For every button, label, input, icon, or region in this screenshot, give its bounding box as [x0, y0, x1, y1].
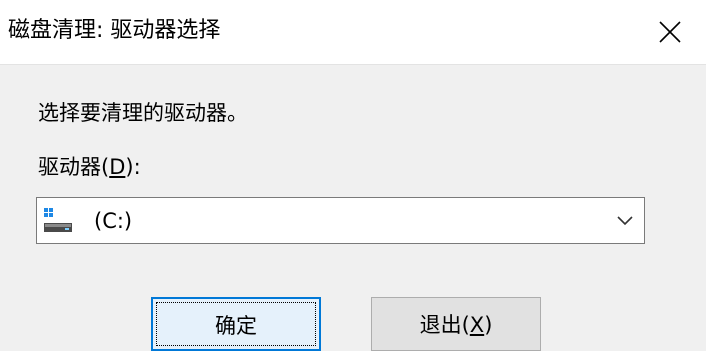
exit-label-suffix: ): [484, 313, 493, 337]
drive-label-suffix: ):: [125, 155, 141, 179]
close-button[interactable]: [636, 0, 706, 64]
drive-label-mnemonic: D: [109, 155, 126, 179]
chevron-down-icon: [617, 216, 633, 226]
disk-cleanup-drive-selection-dialog: 磁盘清理: 驱动器选择 选择要清理的驱动器。 驱动器(D): (C:) 确定 退…: [0, 0, 706, 351]
ok-button[interactable]: 确定: [151, 297, 321, 351]
window-title: 磁盘清理: 驱动器选择: [8, 18, 221, 43]
drive-select[interactable]: (C:): [36, 197, 645, 244]
drive-label: 驱动器(D):: [38, 152, 141, 182]
close-icon: [659, 21, 681, 43]
title-bar: 磁盘清理: 驱动器选择: [0, 0, 706, 65]
instruction-text: 选择要清理的驱动器。: [38, 101, 248, 125]
exit-button[interactable]: 退出(X): [371, 297, 541, 351]
selected-drive: (C:): [94, 209, 133, 233]
exit-label-prefix: 退出(: [419, 313, 470, 337]
drive-label-prefix: 驱动器(: [38, 155, 110, 179]
ok-button-label: 确定: [215, 314, 257, 338]
hard-drive-icon: [44, 208, 72, 232]
exit-label-mnemonic: X: [469, 313, 485, 337]
